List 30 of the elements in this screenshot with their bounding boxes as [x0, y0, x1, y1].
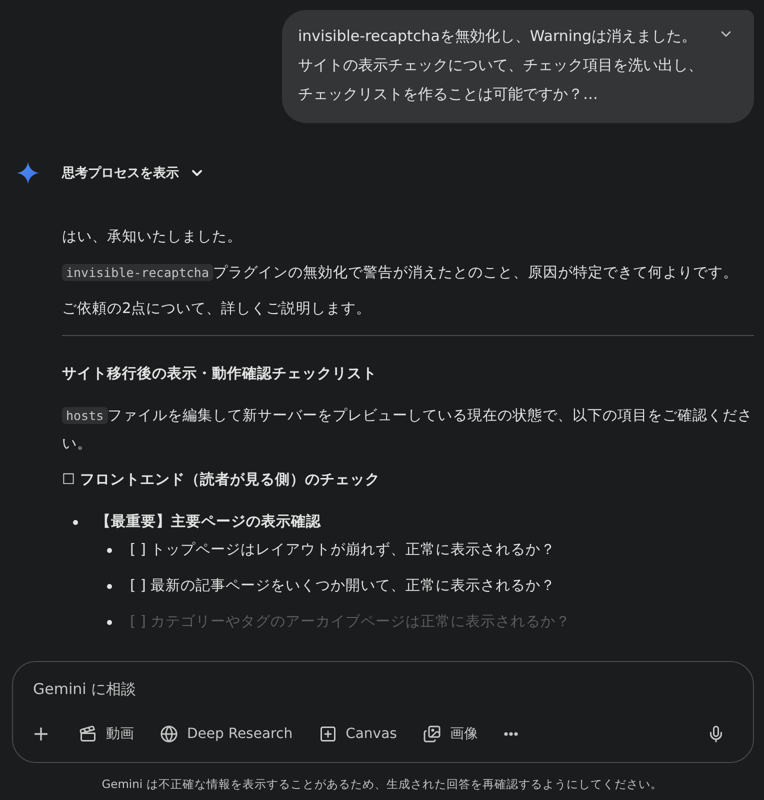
- bullet-icon: [107, 620, 112, 625]
- tool-button[interactable]: Canvas: [308, 719, 407, 749]
- show-thinking-toggle[interactable]: 思考プロセスを表示: [62, 161, 205, 185]
- clapperboard-icon: [79, 725, 97, 743]
- canvas-plus-icon: [318, 725, 337, 743]
- sparkle-icon: [16, 161, 40, 185]
- microphone-icon: [707, 725, 725, 743]
- bullet-icon: [107, 584, 112, 589]
- tool-button[interactable]: 画像: [412, 719, 488, 749]
- list-item-text: [ ] トップページはレイアウトが崩れず、正常に表示されるか？: [130, 540, 557, 560]
- bullet-icon: [107, 548, 112, 553]
- inline-code: invisible-recaptcha: [62, 264, 213, 281]
- image-stack-icon: [422, 725, 441, 743]
- response-paragraph: はい、承知いたしました。: [62, 228, 243, 247]
- list-item-text: [ ] カテゴリーやタグのアーカイブページは正常に表示されるか？: [130, 613, 572, 632]
- tool-button[interactable]: 動画: [69, 719, 144, 749]
- list-item-text: 【最重要】主要ページの表示確認: [96, 512, 322, 532]
- section-heading: サイト移行後の表示・動作確認チェックリスト: [62, 364, 378, 384]
- response-paragraph: hosts ファイルを編集して新サーバーをプレビューしている現在の状態で、以下の項目をご確認ください。: [62, 406, 754, 454]
- user-message-text: invisible-recaptchaを無効化し、Warningは消えました。サイトの表示チェックについて、チェック項目を洗い出し、チェックリストを作ることは可能ですか？…: [298, 26, 704, 105]
- list-item-text: [ ] 最新の記事ページをいくつか開いて、正常に表示されるか？: [130, 576, 557, 596]
- section-heading: ☐ フロントエンド（読者が見る側）のチェック: [62, 470, 382, 490]
- prompt-input[interactable]: Gemini に相談: [31, 678, 735, 700]
- response-paragraph: ご依頼の2点について、詳しくご説明します。: [62, 300, 372, 319]
- more-icon: [504, 732, 518, 736]
- response-paragraph: invisible-recaptcha プラグインの無効化で警告が消えたとのこと、原因が特定できて何よりです。: [62, 259, 754, 287]
- disclaimer-text: Gemini は不正確な情報を表示することがあるため、生成された回答を再確認するようにしてください。: [100, 776, 664, 793]
- tool-button[interactable]: Deep Research: [150, 719, 303, 749]
- bullet-icon: [73, 520, 78, 525]
- inline-code: hosts: [62, 407, 108, 424]
